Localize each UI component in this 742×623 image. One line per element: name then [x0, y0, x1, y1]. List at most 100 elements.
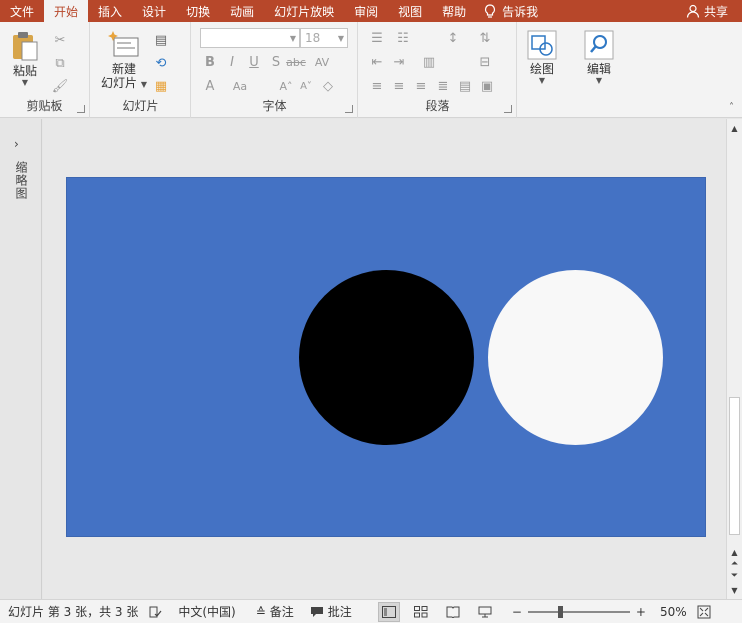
thumbnail-pane: › 缩略图 — [0, 119, 42, 599]
cut-icon[interactable]: ✂ — [52, 32, 68, 48]
slideshow-view-icon[interactable] — [474, 602, 496, 622]
tab-help[interactable]: 帮助 — [432, 0, 476, 22]
chevron-down-icon: ▼ — [140, 80, 147, 89]
align-center-icon[interactable]: ≡ — [391, 78, 407, 94]
section-icon[interactable]: ▦ — [153, 78, 169, 94]
line-spacing-icon[interactable]: ↕ — [445, 30, 461, 46]
clear-format-icon[interactable]: ◇ — [320, 78, 336, 94]
notes-icon: ≙ — [255, 604, 266, 619]
zoom-slider[interactable]: − + — [512, 605, 646, 619]
tell-me-box[interactable]: 告诉我 — [476, 0, 546, 22]
slide-canvas[interactable] — [66, 177, 706, 537]
zoom-in-icon[interactable]: + — [636, 605, 646, 619]
tab-home[interactable]: 开始 — [44, 0, 89, 22]
shapes-icon — [527, 30, 557, 60]
font-size-combo[interactable]: 18 ▼ — [300, 28, 348, 48]
white-circle-shape[interactable] — [488, 270, 663, 445]
zoom-thumb[interactable] — [557, 605, 563, 618]
decrease-indent-icon[interactable]: ⇤ — [369, 54, 385, 70]
grow-font-icon[interactable]: A˄ — [278, 78, 294, 94]
tab-view[interactable]: 视图 — [388, 0, 432, 22]
smartart-icon[interactable]: ▣ — [479, 78, 495, 94]
black-circle-shape[interactable] — [299, 270, 474, 445]
paragraph-launcher-icon[interactable] — [504, 105, 512, 113]
font-color-icon[interactable]: A — [202, 78, 218, 94]
italic-icon[interactable]: I — [224, 54, 240, 70]
scroll-down-icon[interactable]: ▼ — [727, 583, 742, 597]
tab-transitions[interactable]: 切换 — [176, 0, 220, 22]
zoom-out-icon[interactable]: − — [512, 605, 522, 619]
status-bar: 幻灯片 第 3 张，共 3 张 中文(中国) ≙ 备注 批注 − + 50% — [0, 599, 742, 623]
justify-icon[interactable]: ≣ — [435, 78, 451, 94]
slide-editing-area — [43, 119, 726, 599]
collapse-ribbon-icon[interactable]: ˄ — [729, 102, 734, 113]
underline-icon[interactable]: U — [246, 54, 262, 70]
distribute-icon[interactable]: ▤ — [457, 78, 473, 94]
font-launcher-icon[interactable] — [345, 105, 353, 113]
bullets-icon[interactable]: ☰ — [369, 30, 385, 46]
font-size-value: 18 — [305, 31, 321, 45]
drawing-button[interactable]: 绘图 ▼ — [527, 30, 557, 85]
change-case-icon[interactable]: Aa — [232, 78, 248, 94]
chevron-down-icon: ▼ — [595, 76, 603, 85]
zoom-level[interactable]: 50% — [660, 605, 687, 619]
expand-chevron-icon[interactable]: › — [14, 137, 19, 151]
spellcheck-icon[interactable] — [148, 605, 162, 619]
align-text-icon[interactable]: ⊟ — [477, 54, 493, 70]
copy-icon[interactable]: ⧉ — [52, 55, 68, 71]
tab-slideshow[interactable]: 幻灯片放映 — [264, 0, 344, 22]
clipboard-launcher-icon[interactable] — [77, 105, 85, 113]
new-slide-button[interactable]: 新建 幻灯片 ▼ — [101, 30, 147, 92]
thumbnail-pane-label[interactable]: 缩略图 — [13, 161, 30, 200]
tab-file[interactable]: 文件 — [0, 0, 44, 22]
fit-to-window-icon[interactable] — [697, 605, 711, 619]
editing-label: 编辑 — [586, 62, 611, 76]
vertical-scrollbar[interactable]: ▲ ▲ ⏶ ⏷ ▼ — [726, 119, 742, 599]
tab-insert[interactable]: 插入 — [88, 0, 132, 22]
comments-button[interactable]: 批注 — [310, 603, 352, 620]
zoom-track[interactable] — [527, 605, 630, 618]
layout-icon[interactable]: ▤ — [153, 32, 169, 48]
tab-design[interactable]: 设计 — [132, 0, 176, 22]
align-right-icon[interactable]: ≡ — [413, 78, 429, 94]
new-slide-label-2: 幻灯片 — [101, 76, 138, 90]
normal-view-icon[interactable] — [377, 601, 400, 622]
numbering-icon[interactable]: ☷ — [395, 30, 411, 46]
chevron-down-icon: ▼ — [289, 33, 297, 43]
paste-icon — [13, 32, 38, 61]
reset-icon[interactable]: ⟲ — [153, 55, 169, 71]
next-slide-icon[interactable]: ⏷ — [727, 569, 742, 583]
paragraph-group: ☰ ☷ ↕ ⇅ ⇤ ⇥ ▥ ⊟ ≡ ≡ ≡ ≣ ▤ ▣ 段落 — [359, 22, 517, 118]
scroll-thumb[interactable] — [729, 397, 740, 535]
text-direction-icon[interactable]: ⇅ — [477, 30, 493, 46]
align-left-icon[interactable]: ≡ — [369, 78, 385, 94]
notes-button[interactable]: ≙ 备注 — [256, 603, 294, 620]
clipboard-group-label: 剪贴板 — [26, 99, 63, 113]
share-button[interactable]: 共享 — [678, 0, 742, 22]
shrink-font-icon[interactable]: A˅ — [298, 78, 314, 94]
shadow-icon[interactable]: S — [268, 54, 284, 70]
slide-info: 幻灯片 第 3 张，共 3 张 — [8, 605, 139, 619]
comment-icon — [310, 606, 323, 617]
scroll-up-icon[interactable]: ▲ — [727, 121, 742, 135]
format-painter-icon[interactable]: 🖌 — [52, 78, 69, 94]
font-group-label: 字体 — [262, 99, 287, 113]
font-name-combo[interactable]: ▼ — [200, 28, 300, 48]
columns-icon[interactable]: ▥ — [421, 54, 437, 70]
font-group: ▼ 18 ▼ B I U S abc AV A Aa A˄ A˅ ◇ 字体 — [192, 22, 358, 118]
increase-indent-icon[interactable]: ⇥ — [391, 54, 407, 70]
slide-sorter-view-icon[interactable] — [410, 602, 432, 622]
strikethrough-icon[interactable]: abc — [286, 54, 306, 70]
bold-icon[interactable]: B — [202, 54, 218, 70]
paste-label: 粘贴 — [12, 64, 37, 78]
char-spacing-icon[interactable]: AV — [314, 54, 330, 70]
tab-animations[interactable]: 动画 — [220, 0, 264, 22]
tab-review[interactable]: 审阅 — [344, 0, 388, 22]
tell-me-label: 告诉我 — [502, 4, 539, 19]
paste-button[interactable]: 粘贴 ▼ — [10, 30, 40, 87]
paragraph-group-label: 段落 — [425, 99, 450, 113]
language-status[interactable]: 中文(中国) — [178, 603, 235, 620]
editing-button[interactable]: 编辑 ▼ — [584, 30, 614, 85]
reading-view-icon[interactable] — [442, 602, 464, 622]
slides-group-label: 幻灯片 — [122, 99, 159, 113]
